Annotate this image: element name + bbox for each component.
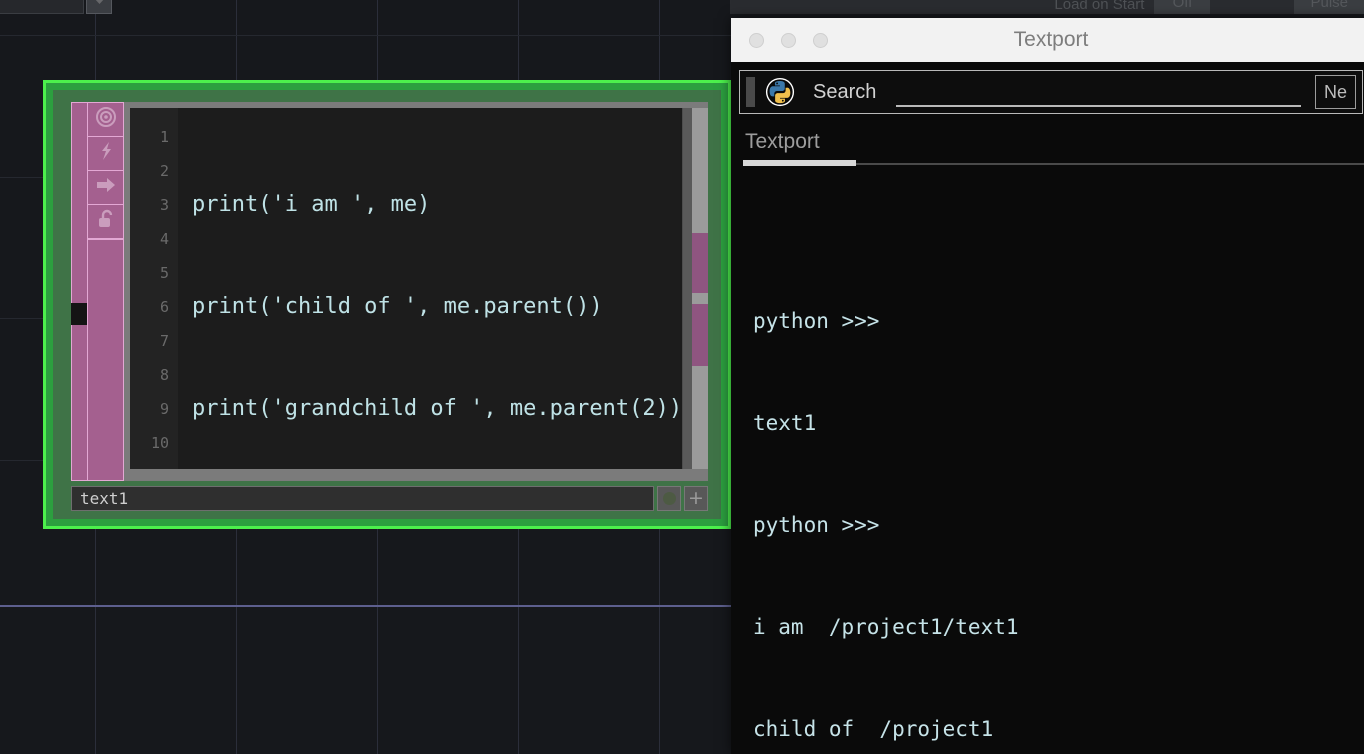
line-number: 6 <box>159 298 169 316</box>
node-inner-frame: 1 2 3 4 5 6 7 8 9 10 11 print('i am ', m… <box>53 90 721 519</box>
partial-toolbar-field[interactable] <box>0 0 84 14</box>
lock-flag-button[interactable] <box>88 205 123 239</box>
line-number-gutter: 1 2 3 4 5 6 7 8 9 10 11 <box>130 108 178 469</box>
minimize-button[interactable] <box>781 32 796 48</box>
node-add-button[interactable]: + <box>684 486 708 511</box>
node-name-label: text1 <box>80 489 129 508</box>
search-label: Search <box>813 80 877 103</box>
console-line: text1 <box>753 411 817 435</box>
console-line: python >>> <box>753 513 880 537</box>
code-line: print('grandchild of ', me.parent(2)) <box>192 396 682 421</box>
node-name-bar: text1 + <box>71 486 708 511</box>
parameter-row-spacer <box>1210 0 1295 14</box>
scrollbar-marker <box>692 233 708 293</box>
textport-window[interactable]: Textport Search Ne Textport python >>> t… <box>731 18 1364 754</box>
touchdesigner-window: Load on Start Off Pulse 1 2 3 4 5 6 7 8 … <box>0 0 1364 754</box>
console-line: i am /project1/text1 <box>753 615 1019 639</box>
viewer-flag-button[interactable] <box>88 103 123 137</box>
dat-editor-frame: 1 2 3 4 5 6 7 8 9 10 11 print('i am ', m… <box>124 102 708 481</box>
text-dat-node[interactable]: 1 2 3 4 5 6 7 8 9 10 11 print('i am ', m… <box>43 80 731 529</box>
close-button[interactable] <box>749 32 764 48</box>
line-number: 2 <box>159 162 169 180</box>
textport-title-bar[interactable]: Textport <box>731 18 1364 62</box>
python-logo-icon <box>765 77 795 107</box>
partial-toolbar-button[interactable] <box>86 0 112 14</box>
line-number: 1 <box>159 128 169 146</box>
maximize-button[interactable] <box>813 32 828 48</box>
textport-tab-bar: Textport <box>731 130 1364 170</box>
parameter-row-load-on-start: Load on Start Off Pulse <box>730 0 1364 14</box>
tab-textport[interactable]: Textport <box>745 130 820 154</box>
bypass-bolt-icon <box>95 140 117 167</box>
line-number: 5 <box>159 264 169 282</box>
load-on-start-toggle[interactable]: Off <box>1154 0 1211 14</box>
viewer-target-icon <box>95 106 117 133</box>
chevron-down-icon <box>93 0 106 11</box>
node-name-field[interactable]: text1 <box>71 486 654 511</box>
pulse-button[interactable]: Pulse <box>1294 0 1364 14</box>
code-line: print('child of ', me.parent()) <box>192 294 603 319</box>
line-number: 3 <box>159 196 169 214</box>
scrollbar-marker <box>692 304 708 366</box>
line-number: 10 <box>150 434 169 452</box>
plus-icon: + <box>688 487 704 509</box>
line-number: 9 <box>159 400 169 418</box>
dat-code-editor[interactable]: 1 2 3 4 5 6 7 8 9 10 11 print('i am ', m… <box>130 108 708 469</box>
scrollbar-track <box>683 108 692 469</box>
textport-toolbar-button[interactable]: Ne <box>1314 75 1356 109</box>
node-flag-strip-outer[interactable] <box>71 102 89 481</box>
drag-handle-icon[interactable] <box>746 77 755 107</box>
display-arrow-icon <box>95 174 117 201</box>
display-flag-button[interactable] <box>88 171 123 205</box>
line-number: 4 <box>159 230 169 248</box>
line-number: 7 <box>159 332 169 350</box>
tab-active-indicator <box>743 160 856 166</box>
node-viewer-toggle-button[interactable] <box>657 486 681 511</box>
textport-toolbar: Search Ne <box>739 70 1363 114</box>
textport-console-output[interactable]: python >>> text1 python >>> i am /projec… <box>731 222 1364 754</box>
search-input[interactable] <box>896 77 1301 107</box>
line-number: 8 <box>159 366 169 384</box>
node-flag-strip-empty <box>88 239 123 240</box>
editor-vertical-scrollbar[interactable] <box>682 108 708 469</box>
load-on-start-label: Load on Start <box>1054 0 1145 13</box>
window-controls <box>731 32 828 48</box>
viewer-dot-icon <box>662 492 676 505</box>
console-line: child of /project1 <box>753 717 994 741</box>
console-line: python >>> <box>753 309 880 333</box>
bypass-flag-button[interactable] <box>88 137 123 171</box>
line-number: 11 <box>130 460 178 469</box>
code-line: print('i am ', me) <box>192 192 431 217</box>
code-text[interactable]: print('i am ', me) print('child of ', me… <box>178 108 682 469</box>
node-flag-strip <box>87 102 124 481</box>
lock-icon <box>95 208 117 235</box>
